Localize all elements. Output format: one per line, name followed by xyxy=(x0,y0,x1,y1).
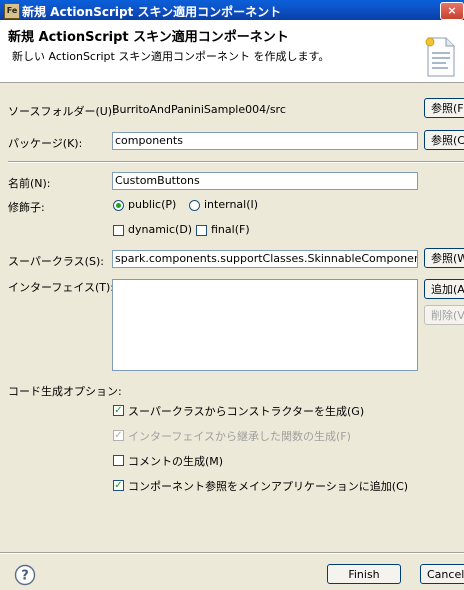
codegen-label: コード生成オプション: xyxy=(8,385,122,398)
inherited-functions-checkbox[interactable]: ✓ xyxy=(113,430,124,441)
interfaces-add-button[interactable]: 追加(A xyxy=(424,279,464,299)
public-radio[interactable] xyxy=(113,200,124,211)
superclass-label: スーパークラス(S): xyxy=(8,255,104,268)
footer-separator xyxy=(0,552,464,554)
new-file-wizard-icon xyxy=(425,37,455,77)
generate-constructor-checkbox[interactable]: ✓ xyxy=(113,405,124,416)
internal-radio-label: internal(I) xyxy=(204,198,259,211)
superclass-browse-button[interactable]: 参照(W xyxy=(424,248,464,268)
package-browse-button[interactable]: 参照(C xyxy=(424,130,464,150)
wizard-header: 新規 ActionScript スキン適用コンポーネント 新しい ActionS… xyxy=(0,20,464,83)
source-folder-label: ソースフォルダー(U): xyxy=(8,105,116,118)
finish-button[interactable]: Finish xyxy=(327,564,401,584)
window-title: 新規 ActionScript スキン適用コンポーネント xyxy=(22,5,282,19)
final-checkbox-label: final(F) xyxy=(211,223,250,236)
window-title-bar[interactable]: Fe 新規 ActionScript スキン適用コンポーネント × xyxy=(0,0,464,20)
close-icon[interactable]: × xyxy=(440,2,464,20)
separator xyxy=(8,161,464,163)
generate-comments-checkbox[interactable] xyxy=(113,455,124,466)
package-input[interactable]: components xyxy=(112,132,418,150)
dynamic-checkbox-label: dynamic(D) xyxy=(128,223,193,236)
help-icon[interactable]: ? xyxy=(14,564,36,586)
add-reference-checkbox[interactable]: ✓ xyxy=(113,480,124,491)
interfaces-list[interactable] xyxy=(112,279,418,371)
source-folder-browse-button[interactable]: 参照(F xyxy=(424,98,464,118)
name-input[interactable]: CustomButtons xyxy=(112,172,418,190)
wizard-description: 新しい ActionScript スキン適用コンポーネント を作成します。 xyxy=(12,50,330,63)
interfaces-remove-button[interactable]: 削除(V xyxy=(424,305,464,325)
package-label: パッケージ(K): xyxy=(8,137,83,150)
superclass-input[interactable]: spark.components.supportClasses.Skinnabl… xyxy=(112,250,418,268)
inherited-functions-label: インターフェイスから継承した関数の生成(F) xyxy=(128,430,351,443)
final-checkbox[interactable] xyxy=(196,225,207,236)
interfaces-label: インターフェイス(T): xyxy=(8,281,115,294)
svg-text:?: ? xyxy=(21,569,29,584)
app-icon: Fe xyxy=(4,3,20,19)
wizard-title: 新規 ActionScript スキン適用コンポーネント xyxy=(8,30,289,45)
cancel-button[interactable]: Cancel xyxy=(420,564,464,584)
public-radio-label: public(P) xyxy=(128,198,177,211)
generate-constructor-label: スーパークラスからコンストラクターを生成(G) xyxy=(128,405,365,418)
generate-comments-label: コメントの生成(M) xyxy=(128,455,224,468)
internal-radio[interactable] xyxy=(189,200,200,211)
add-reference-label: コンポーネント参照をメインアプリケーションに追加(C) xyxy=(128,480,409,493)
source-folder-value: BurritoAndPaniniSample004/src xyxy=(112,103,286,116)
dynamic-checkbox[interactable] xyxy=(113,225,124,236)
modifiers-label: 修飾子: xyxy=(8,201,45,214)
name-label: 名前(N): xyxy=(8,177,51,190)
